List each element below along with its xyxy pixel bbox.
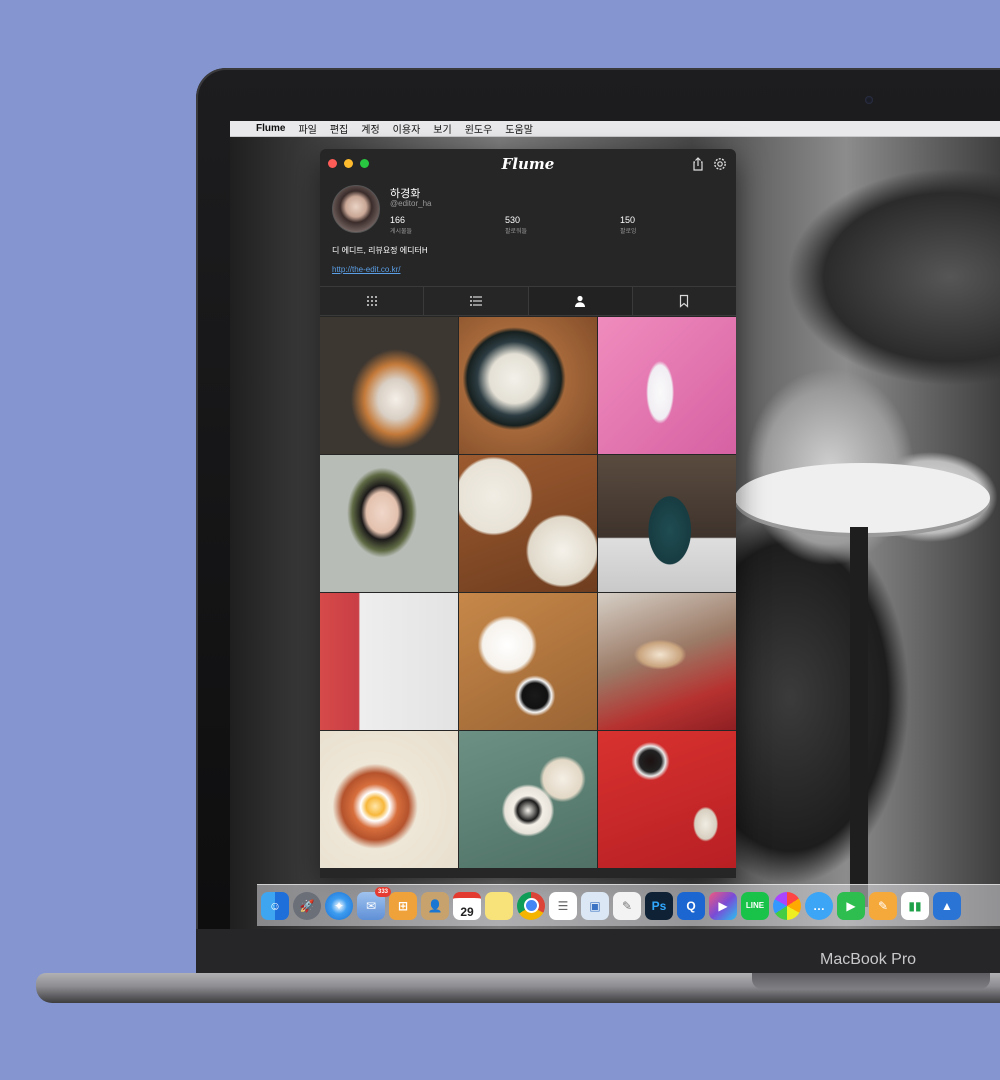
calculator-icon[interactable]: ⊞	[389, 891, 417, 920]
photo-selfie-snow[interactable]	[320, 455, 458, 592]
bookmark-icon	[680, 294, 689, 308]
pages-icon[interactable]: ✎	[869, 891, 897, 920]
photo-woman-pink-wall[interactable]	[598, 317, 736, 454]
reminders-icon[interactable]: ☰	[549, 891, 577, 920]
messages-icon[interactable]: …	[805, 891, 833, 920]
facetime-icon[interactable]: ▶	[837, 891, 865, 920]
list-icon	[469, 296, 482, 306]
photo-cake-laptop[interactable]	[459, 593, 597, 730]
mail-icon[interactable]: ✉ 333	[357, 886, 391, 920]
macbook-label: MacBook Pro	[820, 951, 917, 968]
profile-bio: 디 에디트, 리뷰요정 에디터H	[332, 246, 428, 255]
menu-users[interactable]: 이용자	[393, 121, 421, 136]
photo-grid	[320, 317, 736, 868]
mail-badge: 333	[374, 886, 391, 897]
grid-icon	[366, 296, 377, 306]
profile-handle: @editor_ha	[390, 199, 432, 208]
quicktime-icon[interactable]: Q	[677, 891, 705, 920]
avatar[interactable]	[332, 185, 380, 233]
menu-account[interactable]: 계정	[361, 121, 379, 136]
finder-icon[interactable]: ☺	[261, 891, 289, 920]
menu-bar: Flume 파일 편집 계정 이용자 보기 윈도우 도움말	[230, 121, 1000, 137]
stat-posts[interactable]: 166 게시물들	[390, 215, 412, 235]
tab-grid[interactable]	[320, 287, 425, 315]
launchpad-icon[interactable]: 🚀	[293, 891, 321, 920]
gear-icon[interactable]	[712, 156, 728, 172]
tab-profile[interactable]	[528, 287, 633, 315]
calendar-day: 29	[460, 904, 474, 919]
numbers-icon[interactable]: ▮▮	[901, 891, 929, 920]
wallpaper-table-leg	[850, 527, 868, 907]
menu-help[interactable]: 도움말	[505, 121, 533, 136]
menu-window[interactable]: 윈도우	[465, 121, 493, 136]
photo-coffee-bag[interactable]	[598, 455, 736, 592]
photos-icon[interactable]	[773, 891, 801, 920]
menu-file[interactable]: 파일	[298, 121, 316, 136]
final-cut-icon[interactable]: ▶	[709, 891, 737, 920]
stat-followers-label: 팔로워들	[505, 229, 528, 235]
tab-bookmarks[interactable]	[633, 287, 736, 315]
safari-icon[interactable]: ✦	[325, 891, 353, 920]
photo-soup[interactable]	[459, 317, 597, 454]
app-title: Flume	[501, 155, 555, 173]
photo-wine-cork[interactable]	[598, 593, 736, 730]
stat-following-value: 150	[620, 215, 636, 225]
dock: ☺ 🚀 ✦ ✉ 333 ⊞ 👤 29 ☰ ▣ ✎ Ps Q ▶ LINE … ▶ …	[257, 884, 1000, 926]
profile-link[interactable]: http://the-edit.co.kr/	[332, 265, 400, 274]
share-icon[interactable]	[690, 156, 706, 172]
stat-posts-value: 166	[390, 215, 406, 225]
screen: Flume 파일 편집 계정 이용자 보기 윈도우 도움말 Flume 하경화 …	[230, 121, 1000, 929]
stat-following-label: 팔로잉	[620, 229, 637, 235]
title-bar[interactable]: Flume	[320, 149, 736, 179]
contacts-icon[interactable]: 👤	[421, 891, 449, 920]
textedit-icon[interactable]: ✎	[613, 891, 641, 920]
keynote-icon[interactable]: ▲	[933, 891, 961, 920]
person-icon	[575, 295, 586, 307]
camera-icon	[865, 96, 873, 104]
photo-coffee-desk[interactable]	[459, 731, 597, 868]
notes-icon[interactable]	[485, 891, 513, 920]
tab-list[interactable]	[424, 287, 529, 315]
line-icon[interactable]: LINE	[741, 891, 769, 920]
photo-red-desk[interactable]	[598, 731, 736, 868]
wallpaper-table	[735, 463, 990, 533]
stat-followers-value: 530	[505, 215, 521, 225]
photo-egg-rice[interactable]	[320, 731, 458, 868]
stat-followers[interactable]: 530 팔로워들	[505, 215, 527, 235]
photo-cat[interactable]	[320, 317, 458, 454]
flume-window: Flume 하경화 @editor_ha 166 게시물들 530 팔로워들 1…	[320, 149, 736, 878]
laptop-notch	[752, 973, 990, 989]
profile-tabs	[320, 286, 736, 316]
stat-following[interactable]: 150 팔로잉	[620, 215, 637, 235]
stat-posts-label: 게시물들	[390, 229, 413, 235]
photo-cake-table[interactable]	[459, 455, 597, 592]
photo-studio[interactable]	[320, 593, 458, 730]
calendar-icon[interactable]: 29	[453, 891, 481, 920]
menu-view[interactable]: 보기	[433, 121, 451, 136]
menu-edit[interactable]: 편집	[330, 121, 348, 136]
preview-icon[interactable]: ▣	[581, 891, 609, 920]
photoshop-icon[interactable]: Ps	[645, 891, 673, 920]
menu-app-name[interactable]: Flume	[256, 123, 285, 134]
chrome-icon[interactable]	[517, 891, 545, 920]
